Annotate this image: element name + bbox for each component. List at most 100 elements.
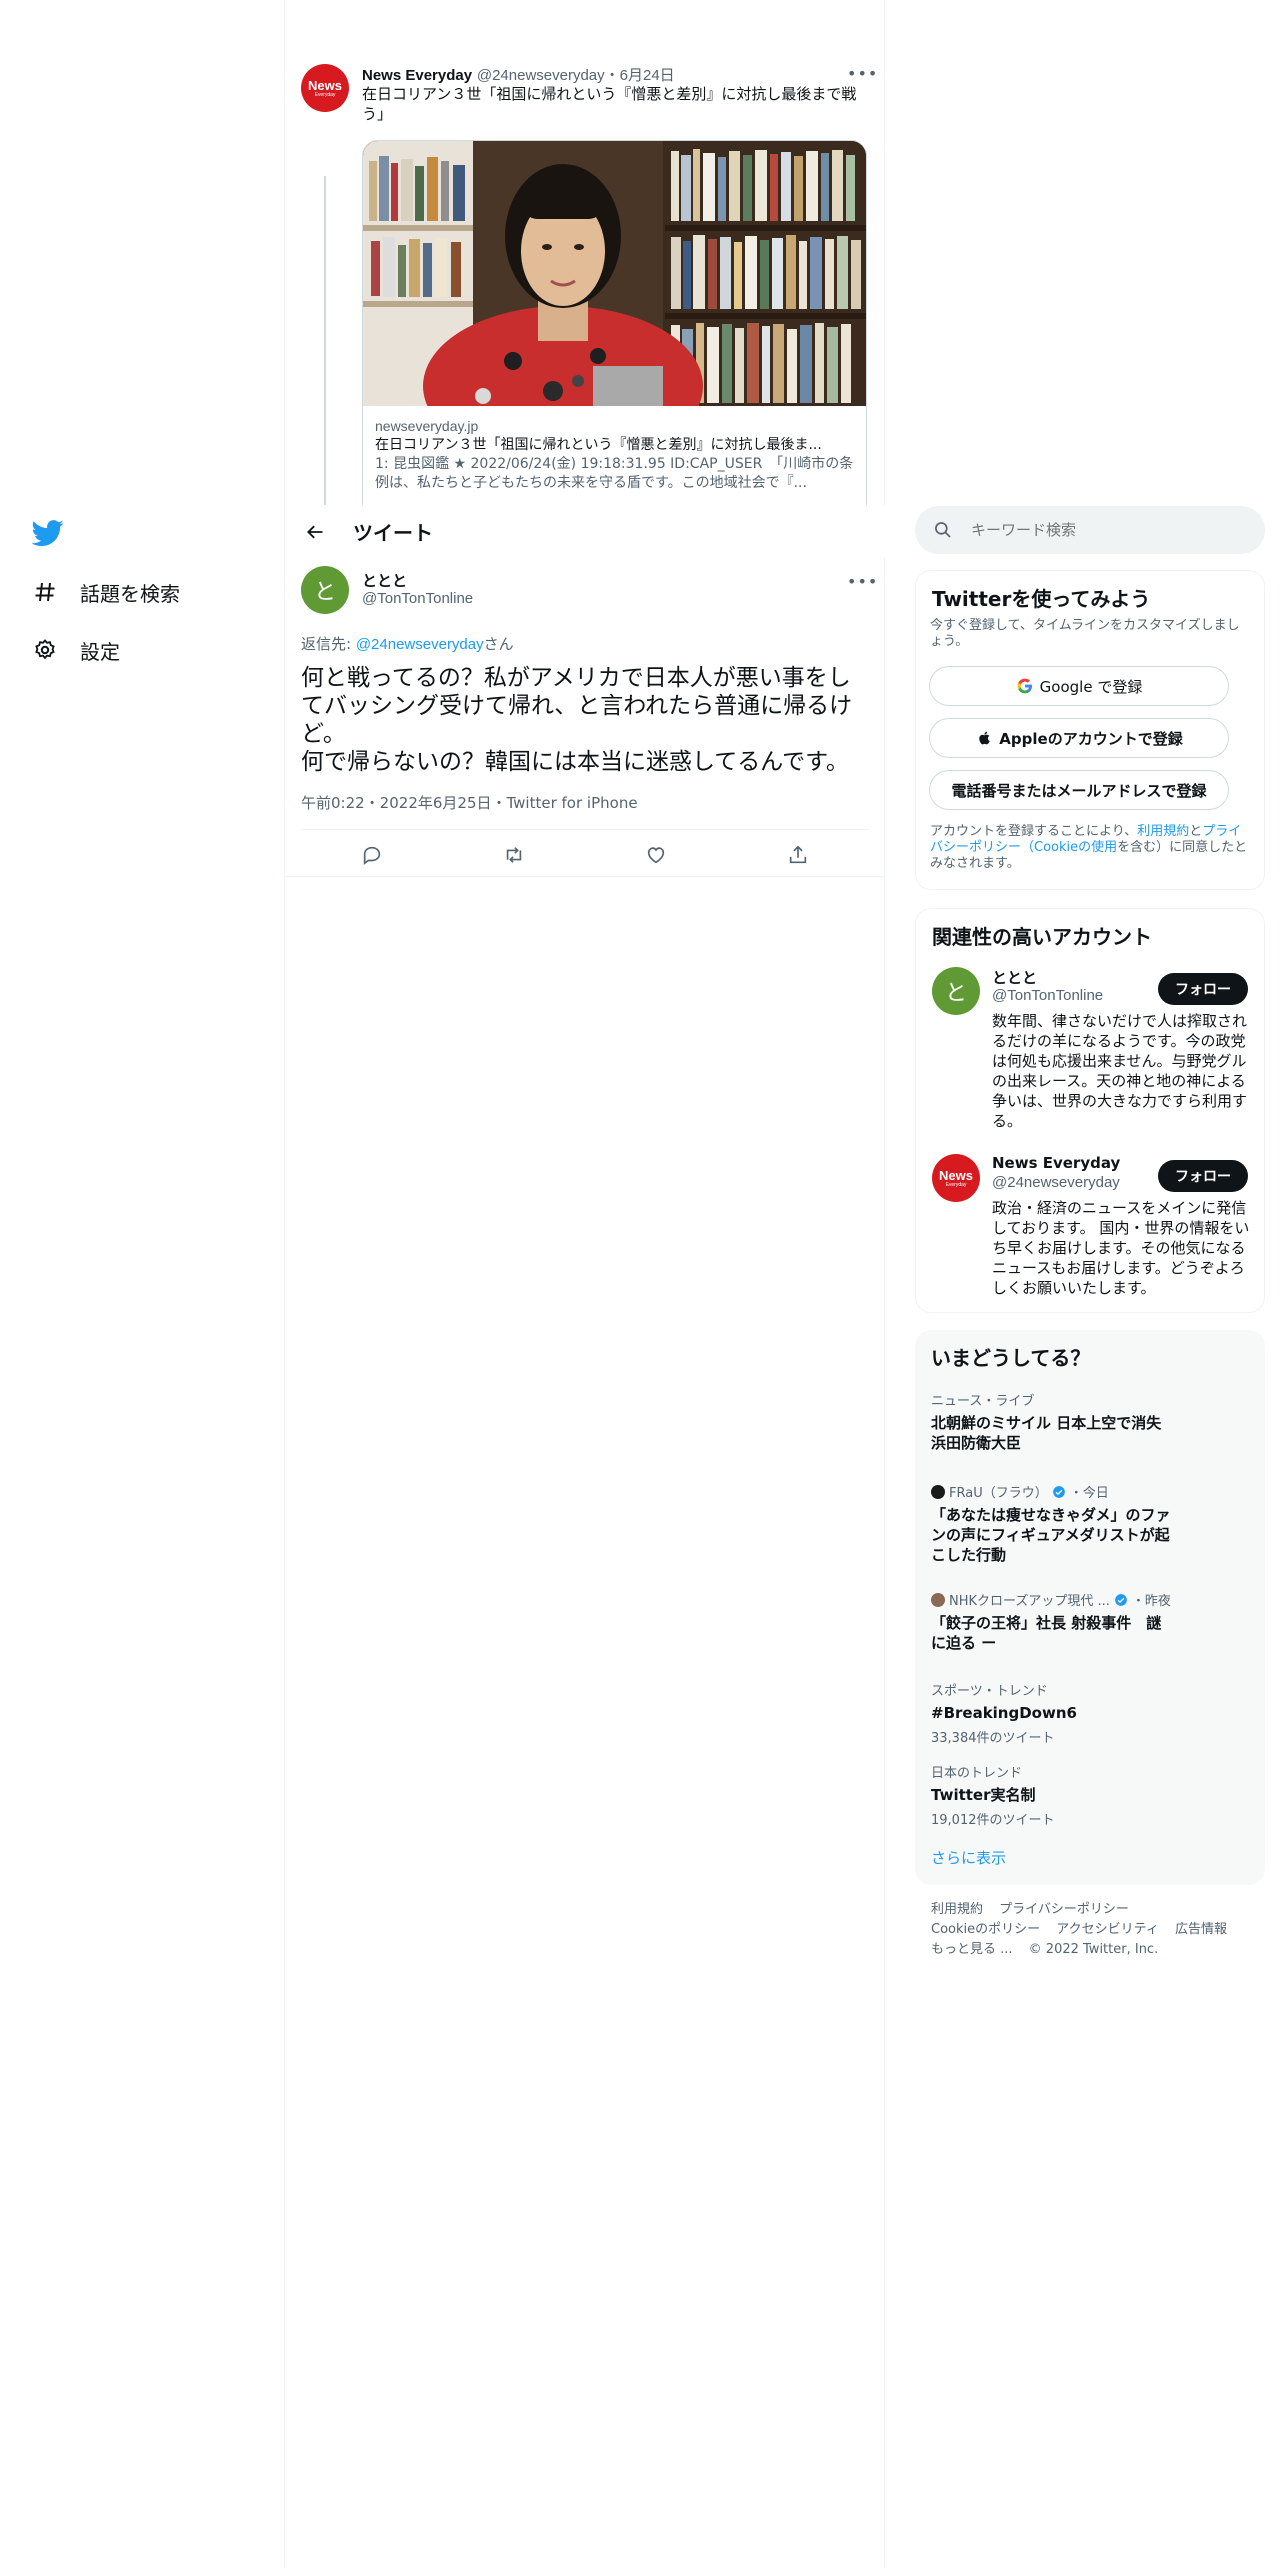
parent-tweet-author-name[interactable]: News Everyday [362, 67, 472, 84]
parent-tweet-text: 在日コリアン３世「祖国に帰れという『憎悪と差別』に対抗し最後まで戦う」 [362, 85, 857, 123]
trend-item[interactable]: NHKクローズアップ現代 ... ・昨夜 「餃子の王将」社長 射殺事件 謎に迫る… [931, 1590, 1251, 1653]
author-avatar[interactable]: と [301, 566, 349, 614]
parent-tweet[interactable]: News Everyday News Everyday @24newsevery… [285, 60, 885, 510]
trend-source: NHKクローズアップ現代 ... [949, 1594, 1110, 1609]
signup-panel: Twitterを使ってみよう 今すぐ登録して、タイムラインをカスタマイズしましょ… [915, 570, 1265, 890]
phone-email-signup-label: 電話番号またはメールアドレスで登録 [951, 781, 1207, 800]
footer-ads-info-link[interactable]: 広告情報 [1175, 1922, 1227, 1937]
back-arrow-icon[interactable] [297, 514, 333, 550]
reply-to-line: 返信先: @24newseverydayさん [301, 633, 514, 654]
tweet-actions [301, 830, 869, 880]
tweet-text: 何と戦ってるの？私がアメリカで日本人が悪い事をしてバッシング受けて帰れ、と言われ… [301, 665, 853, 775]
trend-title: 北朝鮮のミサイル 日本上空で消失 浜田防衛大臣 [931, 1414, 1177, 1452]
reply-mention-link[interactable]: @24newseveryday [356, 636, 484, 653]
footer-terms-link[interactable]: 利用規約 [931, 1902, 983, 1917]
parent-tweet-date[interactable]: ・6月24日 [605, 67, 675, 84]
footer-privacy-link[interactable]: プライバシーポリシー [999, 1902, 1129, 1917]
signup-terms: アカウントを登録することにより、利用規約とプライバシーポリシー（Cookieの使… [930, 824, 1252, 872]
trend-item[interactable]: FRaU（フラウ） ・今日 「あなたは痩せなきゃダメ」のファンの声にフィギュアメ… [931, 1482, 1251, 1565]
account-name[interactable]: News Everyday [992, 1154, 1120, 1172]
follow-button[interactable]: フォロー [1158, 1160, 1248, 1192]
author-handle[interactable]: @TonTonTonline [362, 590, 473, 607]
trend-time: ・昨夜 [1131, 1594, 1171, 1609]
footer-copyright: © 2022 Twitter, Inc. [1028, 1942, 1159, 1957]
nav-settings[interactable]: 設定 [32, 630, 120, 670]
right-sidebar: Twitterを使ってみよう 今すぐ登録して、タイムラインをカスタマイズしましょ… [915, 0, 1265, 2568]
account-avatar[interactable]: News Everyday [932, 1154, 980, 1202]
thread-line [324, 176, 326, 510]
more-options-icon[interactable]: ••• [847, 572, 877, 592]
trend-item[interactable]: スポーツ・トレンド #BreakingDown6 33,384件のツイート [931, 1680, 1251, 1746]
trend-title: #BreakingDown6 [931, 1704, 1077, 1722]
terms-of-service-link[interactable]: 利用規約 [1137, 824, 1189, 839]
search-input[interactable] [971, 521, 1231, 539]
share-icon[interactable] [781, 838, 815, 872]
twitter-bird-icon[interactable] [32, 517, 64, 549]
footer-more-link[interactable]: もっと見る ... [931, 1942, 1013, 1957]
card-meta: newseveryday.jp 在日コリアン３世「祖国に帰れという『憎悪と差別』… [375, 417, 855, 493]
trend-source-line: NHKクローズアップ現代 ... ・昨夜 [931, 1590, 1251, 1609]
retweet-icon[interactable] [497, 838, 531, 872]
account-handle[interactable]: @TonTonTonline [992, 987, 1103, 1004]
page-title: ツイート [353, 521, 433, 545]
apple-signup-button[interactable]: Appleのアカウントで登録 [929, 718, 1229, 758]
parent-tweet-handle[interactable]: @24newseveryday [477, 67, 605, 84]
terms-mid: と [1189, 824, 1203, 839]
gear-icon [32, 637, 58, 663]
source-avatar-icon [931, 1592, 945, 1607]
follow-button[interactable]: フォロー [1158, 973, 1248, 1005]
reply-icon[interactable] [355, 838, 389, 872]
trend-category: ニュース・ライブ [931, 1394, 1035, 1409]
terms-prefix: アカウントを登録することにより、 [930, 824, 1138, 839]
trends-panel: いまどうしてる？ ニュース・ライブ 北朝鮮のミサイル 日本上空で消失 浜田防衛大… [915, 1330, 1265, 1885]
header-bar: ツイート [285, 505, 885, 558]
tweet-timestamp[interactable]: 午前0:22・2022年6月25日・Twitter for iPhone [301, 792, 638, 813]
trend-time: ・今日 [1069, 1486, 1109, 1501]
account-bio: 政治・経済のニュースをメインに発信しております。 国内・世界の情報をいち早くお届… [992, 1199, 1250, 1297]
card-description: 1: 昆虫図鑑 ★ 2022/06/24(金) 19:18:31.95 ID:C… [375, 456, 854, 491]
parent-tweet-header: News Everyday @24newseveryday・6月24日 [362, 64, 675, 85]
trend-source: FRaU（フラウ） [949, 1486, 1048, 1501]
reply-suffix: さん [483, 635, 514, 653]
verified-badge-icon [1115, 1593, 1127, 1606]
relevant-accounts-title: 関連性の高いアカウント [932, 925, 1152, 949]
card-title: 在日コリアン３世「祖国に帰れという『憎悪と差別』に対抗し最後ま... [375, 437, 822, 453]
hashtag-icon [32, 579, 58, 605]
divider [285, 876, 885, 877]
trend-item[interactable]: ニュース・ライブ 北朝鮮のミサイル 日本上空で消失 浜田防衛大臣 [931, 1390, 1251, 1453]
search-bar[interactable] [915, 506, 1265, 554]
relevant-accounts-panel: 関連性の高いアカウント と ととと @TonTonTonline フォロー 数年… [915, 908, 1265, 1313]
avatar-logo-subtext: Everyday [945, 1181, 967, 1188]
link-card[interactable]: newseveryday.jp 在日コリアン３世「祖国に帰れという『憎悪と差別』… [362, 140, 867, 510]
account-handle[interactable]: @24newseveryday [992, 1174, 1120, 1191]
footer-cookie-link[interactable]: Cookieのポリシー [931, 1922, 1040, 1937]
source-avatar-icon [931, 1484, 945, 1499]
footer-accessibility-link[interactable]: アクセシビリティ [1056, 1922, 1159, 1937]
news-everyday-avatar[interactable]: News Everyday [301, 64, 349, 112]
nav-explore[interactable]: 話題を検索 [32, 572, 180, 612]
account-name[interactable]: ととと [992, 967, 1037, 988]
search-icon [935, 522, 951, 538]
verified-badge-icon [1052, 1485, 1065, 1498]
avatar-logo-text: News [308, 77, 342, 93]
signup-subtitle: 今すぐ登録して、タイムラインをカスタマイズしましょう。 [930, 618, 1240, 649]
trend-category: 日本のトレンド [931, 1766, 1023, 1781]
nav-explore-label: 話題を検索 [80, 581, 180, 606]
more-options-icon[interactable]: ••• [847, 64, 877, 84]
apple-signup-label: Appleのアカウントで登録 [999, 729, 1183, 748]
trend-item[interactable]: 日本のトレンド Twitter実名制 19,012件のツイート [931, 1762, 1251, 1828]
avatar-logo-subtext: Everyday [314, 91, 336, 98]
signup-title: Twitterを使ってみよう [932, 587, 1151, 611]
trend-title: 「あなたは痩せなきゃダメ」のファンの声にフィギュアメダリストが起こした行動 [931, 1506, 1171, 1564]
show-more-link[interactable]: さらに表示 [931, 1847, 1006, 1868]
author-name[interactable]: ととと [362, 570, 407, 591]
account-bio: 数年間、律さないだけで人は搾取されるだけの羊になるようです。今の政党は何処も応援… [992, 1012, 1248, 1130]
trend-title: 「餃子の王将」社長 射殺事件 謎に迫る ー [931, 1614, 1162, 1652]
google-signup-button[interactable]: Google で登録 [929, 666, 1229, 706]
avatar-logo-text: News [939, 1167, 973, 1183]
trend-category: スポーツ・トレンド [931, 1684, 1048, 1699]
phone-email-signup-button[interactable]: 電話番号またはメールアドレスで登録 [929, 770, 1229, 810]
account-avatar[interactable]: と [932, 967, 980, 1015]
like-heart-icon[interactable] [639, 838, 673, 872]
card-domain: newseveryday.jp [375, 418, 479, 434]
